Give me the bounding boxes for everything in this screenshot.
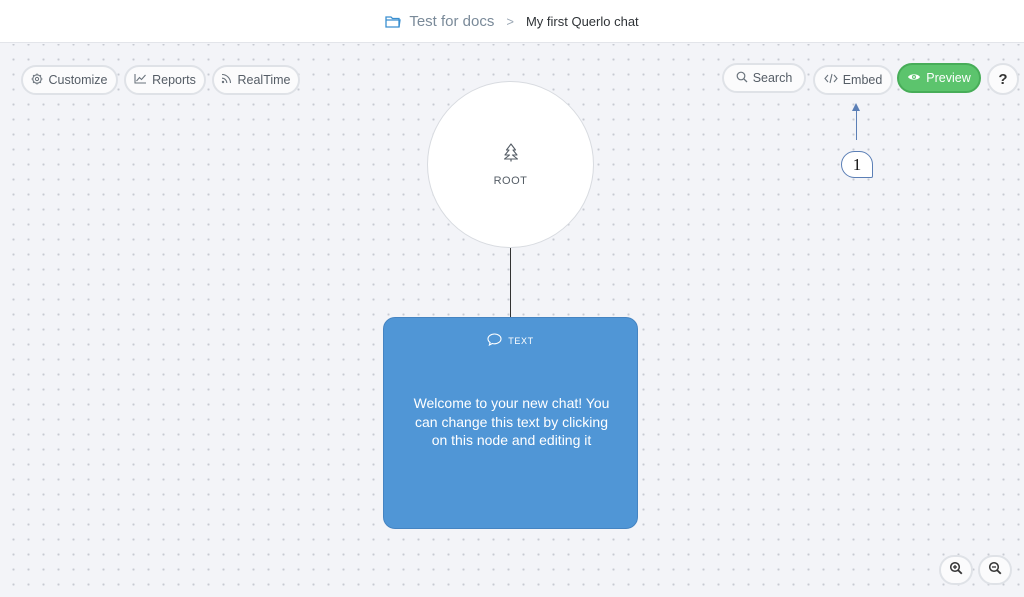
zoom-out-icon (988, 561, 1002, 580)
text-node[interactable]: TEXT Welcome to your new chat! You can c… (383, 317, 638, 529)
root-node[interactable]: ROOT (427, 81, 594, 248)
breadcrumb-chat-title: My first Querlo chat (525, 13, 639, 29)
speech-bubble-icon (487, 333, 502, 348)
breadcrumb-project-link[interactable]: Test for docs (409, 13, 494, 30)
embed-label: Embed (842, 73, 883, 87)
search-label: Search (752, 71, 793, 85)
text-node-type: TEXT (508, 335, 534, 346)
code-icon (823, 73, 838, 87)
text-node-header: TEXT (384, 333, 637, 348)
embed-button[interactable]: Embed (813, 65, 893, 95)
search-button[interactable]: Search (722, 63, 806, 93)
annotation-number: 1 (852, 154, 862, 174)
customize-label: Customize (48, 73, 108, 87)
node-connector (510, 248, 511, 317)
zoom-in-button[interactable] (939, 555, 973, 585)
rss-icon (221, 73, 232, 87)
preview-label: Preview (926, 71, 971, 85)
annotation-marker: 1 (841, 151, 873, 178)
top-header: Test for docs > My first Querlo chat (0, 0, 1024, 43)
search-icon (736, 71, 748, 86)
annotation-arrow (856, 108, 857, 140)
help-button[interactable]: ? (987, 63, 1019, 95)
eye-icon (907, 71, 921, 85)
chart-icon (134, 73, 147, 87)
chevron-right-icon: > (506, 13, 514, 29)
zoom-in-icon (949, 561, 963, 580)
reports-button[interactable]: Reports (124, 65, 206, 95)
preview-button[interactable]: Preview (897, 63, 981, 93)
help-label: ? (998, 70, 1008, 88)
gear-icon (31, 73, 43, 88)
reports-label: Reports (152, 73, 196, 87)
customize-button[interactable]: Customize (21, 65, 118, 95)
text-node-content: Welcome to your new chat! You can change… (413, 395, 610, 448)
folder-icon (385, 15, 402, 28)
root-node-label: ROOT (493, 174, 528, 187)
realtime-button[interactable]: RealTime (212, 65, 300, 95)
tree-icon (502, 142, 520, 167)
zoom-out-button[interactable] (978, 555, 1012, 585)
breadcrumb: Test for docs > My first Querlo chat (385, 13, 639, 30)
realtime-label: RealTime (237, 73, 291, 87)
